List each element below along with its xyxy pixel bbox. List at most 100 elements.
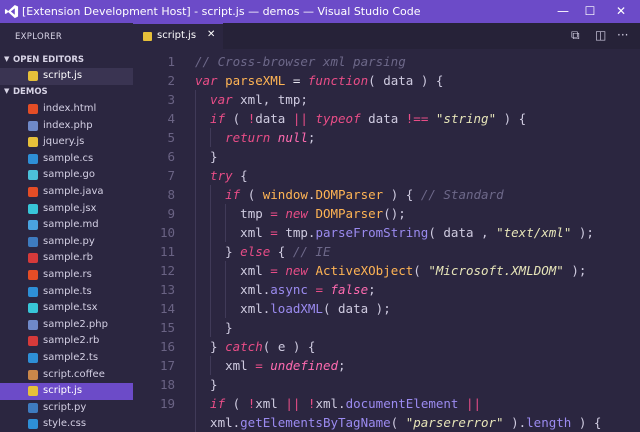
folder-section-demos[interactable]: ▼ DEMOS [0,84,133,100]
indent-guide [210,223,212,242]
code-line[interactable]: 7 try { [133,166,640,185]
code-line[interactable]: 3 var xml, tmp; [133,90,640,109]
file-item[interactable]: sample.py [0,234,133,251]
code-line[interactable]: 11} else { // IE [133,242,640,261]
code-token: ( [368,73,384,88]
close-icon[interactable]: ✕ [207,29,215,40]
file-item[interactable]: sample.jsx [0,201,133,218]
code-line[interactable]: 14 xml.loadXML( data ); [133,299,640,318]
code-token: ); [571,225,594,240]
indent-guide [210,280,212,299]
code-token: ( [262,339,278,354]
code-token: !== [405,111,429,126]
tab-script-js[interactable]: script.js ✕ [133,23,223,49]
indent-guide [195,413,196,432]
csharp-icon [28,153,38,164]
code-token: // Cross-browser xml parsing [195,54,406,69]
file-item[interactable]: script.py [0,400,133,417]
code-token: // IE [292,244,331,259]
file-name: index.php [43,119,93,131]
file-name: script.py [43,401,87,413]
more-actions-icon[interactable]: ··· [617,28,628,42]
file-name: jquery.js [43,136,85,148]
code-token: if [210,111,226,126]
file-name: sample.tsx [43,302,98,314]
line-number: 14 [159,301,175,316]
line-number: 17 [159,358,175,373]
split-editor-icon[interactable]: ◫ [595,28,606,42]
indent-guide [225,299,227,318]
file-item[interactable]: sample2.php [0,317,133,334]
code-line[interactable]: 5 return null; [133,128,640,147]
file-item[interactable]: sample.java [0,184,133,201]
code-token: = [270,225,278,240]
file-item[interactable]: sample.md [0,217,133,234]
code-line[interactable]: 12 xml = new ActiveXObject( "Microsoft.XM… [133,261,640,280]
file-item[interactable]: sample.rs [0,267,133,284]
code-token: ) { [413,73,444,88]
line-number: 7 [167,168,175,183]
code-line[interactable]: 6} [133,147,640,166]
file-item[interactable]: sample.cs [0,151,133,168]
code-line[interactable]: 8 if ( window.DOMParser ) { // Standard [133,185,640,204]
code-line[interactable]: 9 tmp = new DOMParser(); [133,204,640,223]
minimize-button[interactable]: — [548,0,578,23]
code-text: xml = tmp.parseFromString( data , "text/… [240,223,594,242]
code-line[interactable]: 17 xml = undefined; [133,356,640,375]
file-item[interactable]: script.js [0,383,133,400]
code-editor[interactable]: 1 // Cross-browser xml parsing 2 var parseX… [133,49,640,432]
code-token: async [270,282,308,297]
code-token: documentElement [345,396,459,411]
code-line[interactable]: 1 // Cross-browser xml parsing [133,52,640,71]
code-line[interactable]: 19 if ( !xml || !xml.documentElement || [133,394,640,413]
code-token: data [368,111,406,126]
code-line[interactable]: 16} catch( e ) { [133,337,640,356]
code-text: } [225,318,233,337]
file-item[interactable]: sample.rb [0,250,133,267]
file-item[interactable]: sample.tsx [0,300,133,317]
window-title: [Extension Development Host] - script.js… [22,5,421,18]
code-token: ( [322,301,339,316]
file-item[interactable]: sample.ts [0,284,133,301]
code-token: "Microsoft.XMLDOM" [428,263,564,278]
code-line[interactable]: 18} [133,375,640,394]
code-token: } [210,377,218,392]
code-line[interactable]: 4 if ( !data || typeof data !== "string" … [133,109,640,128]
file-name: sample.rs [43,269,92,280]
open-changes-icon[interactable]: ⧉ [571,28,580,43]
code-token: } [225,320,233,335]
code-line[interactable]: xml.getElementsByTagName( "parsererror" … [133,413,640,432]
file-item[interactable]: script.js [0,68,133,85]
code-line[interactable]: 10 xml = tmp.parseFromString( data , "tex… [133,223,640,242]
title-bar: [Extension Development Host] - script.js… [0,0,640,23]
code-token: var [195,73,226,88]
file-item[interactable]: sample2.ts [0,350,133,367]
close-button[interactable]: ✕ [606,0,636,23]
editor-area: script.js ✕ ⧉ ◫ ··· 1 // Cross-browser xm… [133,23,640,432]
chevron-down-icon: ▼ [4,87,10,95]
file-item[interactable]: style.css [0,416,133,432]
file-item[interactable]: sample2.rb [0,333,133,350]
file-item[interactable]: sample.go [0,167,133,184]
indent-guide [195,318,196,337]
file-item[interactable]: index.php [0,118,133,135]
maximize-button[interactable]: ☐ [575,0,605,23]
code-line[interactable]: 15} [133,318,640,337]
code-line[interactable]: 2 var parseXML = function( data ) { [133,71,640,90]
file-name: sample.cs [43,152,94,164]
file-item[interactable]: index.html [0,101,133,118]
code-token: = [285,73,308,88]
code-token: || [292,111,308,126]
code-text: } [210,147,218,166]
file-item[interactable]: jquery.js [0,134,133,151]
open-editors-section[interactable]: ▼ OPEN EDITORS [0,52,133,68]
go-icon [28,170,38,181]
code-token: return [225,130,278,145]
indent-guide [195,337,196,356]
vscode-logo-icon [4,4,19,19]
file-item[interactable]: script.coffee [0,367,133,384]
code-token: { [232,168,248,183]
code-token: ; [307,130,316,145]
code-line[interactable]: 13 xml.async = false; [133,280,640,299]
